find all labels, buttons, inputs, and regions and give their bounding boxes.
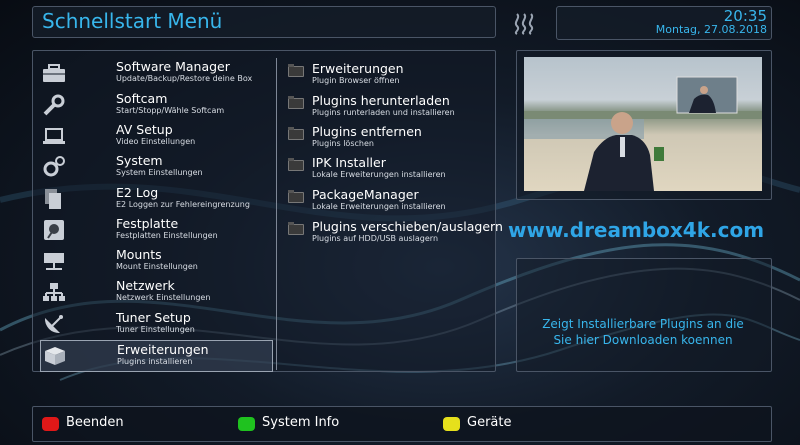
submenu-item-label: Plugins herunterladen — [312, 93, 450, 108]
menu-item-description: System Einstellungen — [116, 168, 203, 177]
menu-item-software-manager[interactable]: Software Manager Update/Backup/Restore d… — [40, 58, 271, 88]
menu-item-label: Erweiterungen — [117, 342, 209, 357]
menu-item-description: Netzwerk Einstellungen — [116, 293, 211, 302]
submenu-item-description: Lokale Erweiterungen installieren — [312, 202, 446, 211]
menu-item-description: Start/Stopp/Wähle Softcam — [116, 106, 225, 115]
tv-preview — [524, 57, 762, 191]
submenu-item-packagemanager[interactable]: PackageManager Lokale Erweiterungen inst… — [286, 186, 496, 216]
submenu-item-label: Plugins verschieben/auslagern — [312, 219, 503, 234]
folder-icon — [288, 190, 304, 203]
submenu-item-ipk-installer[interactable]: IPK Installer Lokale Erweiterungen insta… — [286, 154, 496, 184]
laptop-icon — [43, 128, 65, 144]
folder-icon — [288, 127, 304, 140]
menu-item-label: Softcam — [116, 91, 168, 106]
folder-icon — [288, 222, 304, 235]
menu-item-mounts[interactable]: Mounts Mount Einstellungen — [40, 246, 271, 276]
submenu-item-label: Plugins entfernen — [312, 124, 422, 139]
menu-item-festplatte[interactable]: Festplatte Festplatten Einstellungen — [40, 215, 271, 245]
submenu-item-description: Plugins auf HDD/USB auslagern — [312, 234, 439, 243]
network-icon — [43, 283, 65, 301]
menu-item-label: Software Manager — [116, 59, 230, 74]
folder-icon — [288, 64, 304, 77]
red-key-icon — [42, 417, 59, 431]
submenu-item-plugins-herunterladen[interactable]: Plugins herunterladen Plugins runterlade… — [286, 92, 496, 122]
yellow-button-label: Geräte — [467, 415, 512, 430]
toolbox-icon — [43, 64, 65, 82]
clock-panel: 20:35 Montag, 27.08.2018 — [556, 6, 772, 40]
submenu-item-description: Lokale Erweiterungen installieren — [312, 170, 446, 179]
menu-item-description: Mount Einstellungen — [116, 262, 198, 271]
green-button-label: System Info — [262, 415, 340, 430]
submenu-item-description: Plugins runterladen und installieren — [312, 108, 455, 117]
menu-item-softcam[interactable]: Softcam Start/Stopp/Wähle Softcam — [40, 90, 271, 120]
satellite-dish-icon — [44, 315, 63, 334]
dreambox-logo-icon — [514, 13, 534, 35]
submenu-item-label: PackageManager — [312, 187, 419, 202]
menu-item-description: Video Einstellungen — [116, 137, 196, 146]
submenu-item-description: Plugins löschen — [312, 139, 374, 148]
menu-item-label: System — [116, 153, 163, 168]
info-text: Zeigt Installierbare Plugins an die Sie … — [516, 316, 770, 348]
submenu-item-label: Erweiterungen — [312, 61, 404, 76]
menu-item-description: Plugins installieren — [117, 357, 193, 366]
menu-item-description: Festplatten Einstellungen — [116, 231, 218, 240]
title-bar: Schnellstart Menü — [32, 6, 496, 38]
box-icon — [45, 347, 65, 365]
wrench-icon — [43, 94, 65, 116]
menu-item-label: Tuner Setup — [116, 310, 191, 325]
gears-icon — [43, 156, 65, 177]
menu-item-erweiterungen[interactable]: Erweiterungen Plugins installieren — [40, 340, 273, 372]
menu-item-label: Festplatte — [116, 216, 179, 231]
menu-divider — [276, 58, 277, 370]
watermark-url: www.dreambox4k.com — [508, 218, 765, 242]
tv-preview-image — [524, 76, 762, 191]
network-drive-icon — [44, 253, 64, 270]
info-panel — [516, 258, 772, 372]
submenu-item-plugins-verschieben[interactable]: Plugins verschieben/auslagern Plugins au… — [286, 218, 503, 248]
submenu-item-description: Plugin Browser öffnen — [312, 76, 400, 85]
submenu-item-erweiterungen[interactable]: Erweiterungen Plugin Browser öffnen — [286, 60, 496, 90]
menu-item-description: Tuner Einstellungen — [116, 325, 195, 334]
clock-date: Montag, 27.08.2018 — [655, 23, 767, 36]
submenu-item-plugins-entfernen[interactable]: Plugins entfernen Plugins löschen — [286, 123, 496, 153]
menu-item-system[interactable]: System System Einstellungen — [40, 152, 271, 182]
folder-icon — [288, 158, 304, 171]
menu-item-label: Mounts — [116, 247, 162, 262]
page-title: Schnellstart Menü — [42, 9, 223, 33]
green-key-icon — [238, 417, 255, 431]
info-line-1: Zeigt Installierbare Plugins an die — [542, 317, 744, 331]
submenu-item-label: IPK Installer — [312, 155, 386, 170]
menu-item-description: Update/Backup/Restore deine Box — [116, 74, 253, 83]
menu-item-e2-log[interactable]: E2 Log E2 Loggen zur Fehlereingrenzung — [40, 184, 271, 214]
menu-item-description: E2 Loggen zur Fehlereingrenzung — [116, 200, 250, 209]
menu-item-label: Netzwerk — [116, 278, 175, 293]
footer-bar — [32, 406, 772, 442]
menu-item-av-setup[interactable]: AV Setup Video Einstellungen — [40, 121, 271, 151]
documents-icon — [45, 189, 61, 209]
yellow-key-icon — [443, 417, 460, 431]
menu-item-tuner-setup[interactable]: Tuner Setup Tuner Einstellungen — [40, 309, 271, 339]
folder-icon — [288, 96, 304, 109]
menu-item-label: E2 Log — [116, 185, 159, 200]
menu-item-netzwerk[interactable]: Netzwerk Netzwerk Einstellungen — [40, 277, 271, 307]
red-button-label: Beenden — [66, 415, 124, 430]
info-line-2: Sie hier Downloaden koennen — [553, 333, 733, 347]
harddisk-icon — [44, 220, 64, 240]
menu-item-label: AV Setup — [116, 122, 173, 137]
